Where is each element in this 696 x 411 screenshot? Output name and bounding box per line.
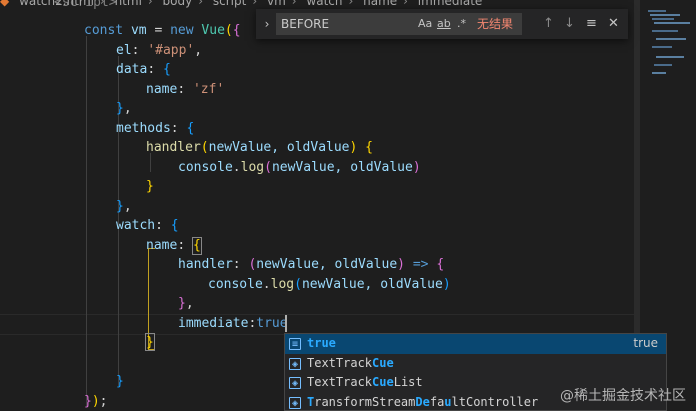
breadcrumb-item[interactable]: watch [306, 0, 342, 8]
breadcrumb-item[interactable]: html [115, 0, 142, 8]
class-icon: ◈ [289, 357, 301, 370]
code-line-19: } [116, 374, 124, 389]
indent-guide [86, 36, 87, 406]
find-widget: › BEFORE Aa ab .* 无结果 ↑ ↓ ≡ ✕ [256, 9, 628, 39]
suggestion-detail: true [633, 336, 658, 350]
arrow-down-icon[interactable]: ↓ [564, 14, 575, 34]
suggestion-item[interactable]: ◈ TextTrackCue [285, 354, 666, 374]
whole-word-button[interactable]: ab [437, 14, 451, 34]
code-line-12: watch: { [116, 218, 179, 233]
keyword-icon: ≡ [289, 338, 301, 350]
code-line-20: }); [84, 394, 108, 409]
code-line-18: } [146, 335, 154, 350]
code-line-6: }, [116, 101, 132, 116]
code-line-8: handler(newValue, oldValue) { [146, 140, 373, 155]
close-icon[interactable]: ✕ [608, 14, 619, 34]
suggestion-item[interactable]: ≡ true true [285, 334, 666, 354]
code-line-15: console.log(newValue, oldValue) [208, 277, 451, 292]
html-file-icon: ◆ [0, 0, 10, 8]
breadcrumb-item[interactable]: watch2.html [19, 0, 94, 8]
text-cursor [285, 315, 287, 332]
code-line-5: name: 'zf' [146, 82, 225, 97]
breadcrumb: ◆ watch2.html › html › body › script › vm › w… [0, 0, 696, 8]
match-case-button[interactable]: Aa [418, 14, 432, 34]
list-selection-icon[interactable]: ≡ [586, 14, 597, 34]
breadcrumb-item[interactable]: vm [267, 0, 286, 8]
code-line-11: }, [116, 199, 132, 214]
code-line-9: console.log(newValue, oldValue) [178, 160, 421, 175]
chevron-right-icon[interactable]: › [260, 16, 274, 32]
watermark: @稀土掘金技术社区 [560, 388, 686, 404]
code-line-10: } [146, 179, 154, 194]
breadcrumb-item[interactable]: body [163, 0, 193, 8]
code-line-7: methods: { [116, 121, 195, 136]
code-line-16: }, [178, 296, 194, 311]
code-line-13: name: { [146, 238, 201, 253]
code-line-3: el: '#app', [116, 43, 203, 58]
current-line-highlight [0, 314, 640, 335]
arrow-up-icon[interactable]: ↑ [543, 14, 554, 34]
code-line-14: handler: (newValue, oldValue) => { [178, 257, 445, 272]
code-line-4: data: { [116, 62, 171, 77]
code-line-2: const vm = new Vue({ [84, 23, 241, 38]
code-line-17: immediate:true [178, 316, 288, 331]
breadcrumb-item[interactable]: script [213, 0, 246, 8]
class-icon: ◈ [289, 377, 301, 389]
regex-button[interactable]: .* [457, 14, 466, 34]
breadcrumb-item[interactable]: immediate [418, 0, 483, 8]
class-icon: ◈ [289, 396, 301, 409]
breadcrumb-item[interactable]: name [363, 0, 397, 8]
find-result-status: 无结果 [477, 17, 514, 31]
